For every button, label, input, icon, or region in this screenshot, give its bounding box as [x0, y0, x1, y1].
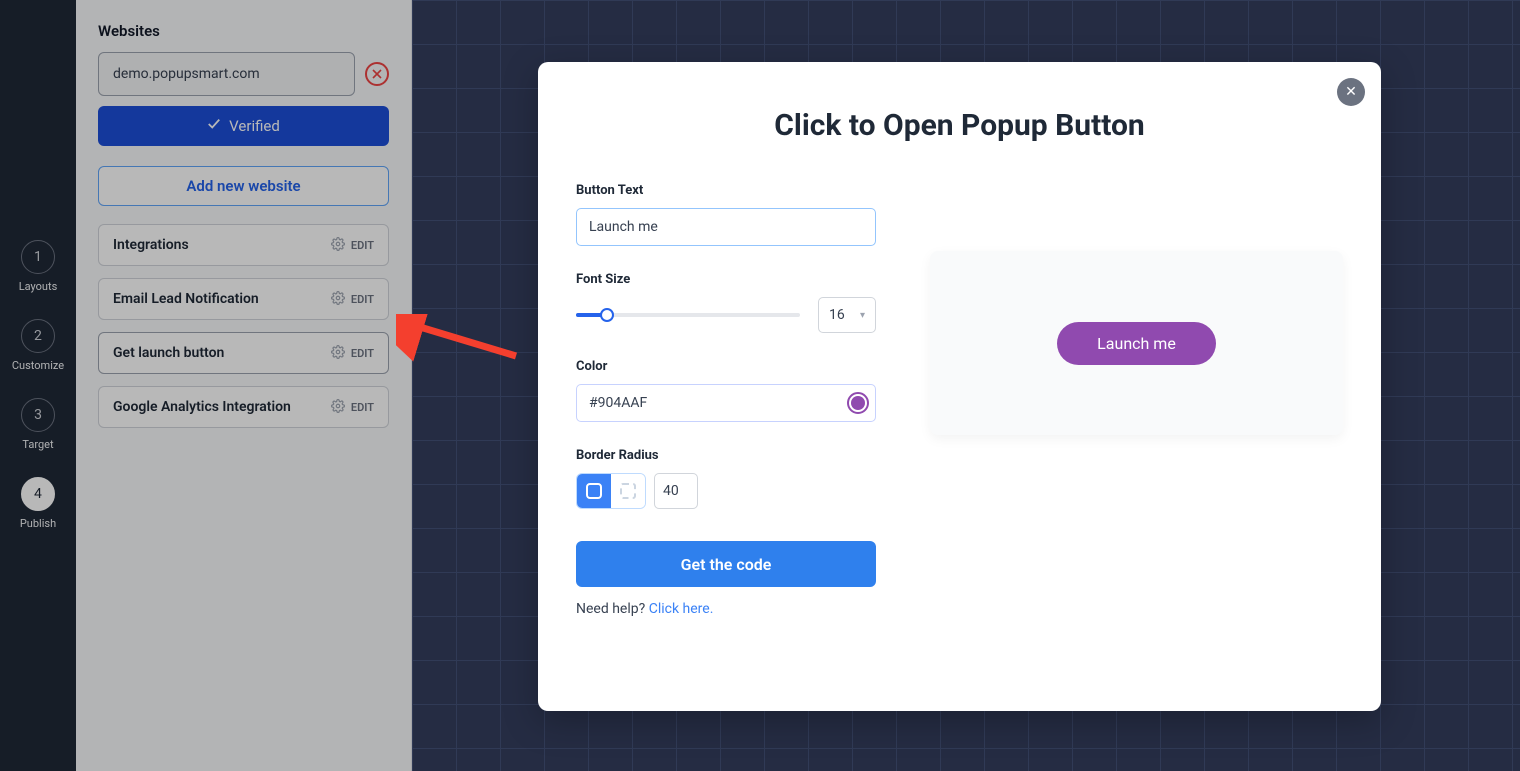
edit-label: EDIT [351, 401, 374, 414]
step-number: 4 [21, 477, 55, 511]
form-column: Button Text Font Size 16 [576, 183, 876, 617]
verified-label: Verified [229, 117, 280, 135]
close-button[interactable]: ✕ [1337, 78, 1365, 106]
step-number: 2 [21, 319, 55, 353]
color-input-wrap [576, 384, 876, 422]
step-label: Layouts [19, 280, 58, 293]
modal-title: Click to Open Popup Button [576, 108, 1343, 143]
border-radius-rounded-option[interactable] [577, 474, 611, 508]
sidebar-item-label: Integrations [113, 237, 189, 253]
step-layouts[interactable]: 1 Layouts [19, 240, 58, 293]
preview-launch-button[interactable]: Launch me [1057, 322, 1216, 365]
step-number: 1 [21, 240, 55, 274]
color-label: Color [576, 359, 876, 374]
website-input[interactable] [98, 52, 355, 96]
gear-icon [331, 345, 345, 362]
edit-button[interactable]: EDIT [331, 345, 374, 362]
sidebar-item-integrations[interactable]: Integrations EDIT [98, 224, 389, 266]
border-radius-label: Border Radius [576, 448, 876, 463]
sidebar-panel: Websites Verified Add new website Integr… [76, 0, 412, 771]
step-customize[interactable]: 2 Customize [12, 319, 64, 372]
get-code-button[interactable]: Get the code [576, 541, 876, 587]
button-text-label: Button Text [576, 183, 876, 198]
edit-button[interactable]: EDIT [331, 291, 374, 308]
gear-icon [331, 237, 345, 254]
check-icon [207, 117, 221, 135]
edit-button[interactable]: EDIT [331, 237, 374, 254]
delete-website-button[interactable] [365, 62, 389, 86]
verified-button[interactable]: Verified [98, 106, 389, 146]
close-icon: ✕ [1345, 84, 1357, 100]
font-size-label: Font Size [576, 272, 876, 287]
color-swatch-fill [851, 396, 865, 410]
edit-label: EDIT [351, 239, 374, 252]
help-prefix: Need help? [576, 601, 649, 617]
gear-icon [331, 291, 345, 308]
sidebar-item-label: Get launch button [113, 345, 224, 361]
sidebar-item-label: Email Lead Notification [113, 291, 259, 307]
edit-label: EDIT [351, 293, 374, 306]
border-radius-square-option[interactable] [611, 474, 645, 508]
color-input[interactable] [589, 395, 847, 411]
step-number: 3 [21, 398, 55, 432]
step-publish[interactable]: 4 Publish [20, 477, 56, 530]
sidebar-item-launch-button[interactable]: Get launch button EDIT [98, 332, 389, 374]
preview-column: Launch me [930, 183, 1343, 617]
border-radius-input[interactable] [654, 473, 698, 509]
edit-label: EDIT [351, 347, 374, 360]
font-size-select[interactable]: 16 [818, 297, 876, 333]
add-website-button[interactable]: Add new website [98, 166, 389, 206]
color-swatch[interactable] [847, 392, 869, 414]
sidebar-item-email-lead[interactable]: Email Lead Notification EDIT [98, 278, 389, 320]
step-label: Target [22, 438, 53, 451]
step-rail: 1 Layouts 2 Customize 3 Target 4 Publish [0, 0, 76, 771]
gear-icon [331, 399, 345, 416]
step-target[interactable]: 3 Target [21, 398, 55, 451]
sidebar-item-google-analytics[interactable]: Google Analytics Integration EDIT [98, 386, 389, 428]
edit-button[interactable]: EDIT [331, 399, 374, 416]
button-text-input[interactable] [576, 208, 876, 246]
font-size-slider[interactable] [576, 305, 800, 325]
slider-thumb[interactable] [600, 308, 614, 322]
font-size-value: 16 [829, 307, 845, 323]
launch-button-modal: ✕ Click to Open Popup Button Button Text… [538, 62, 1381, 711]
websites-heading: Websites [98, 22, 389, 40]
help-text: Need help? Click here. [576, 601, 876, 617]
canvas-area: ✕ Click to Open Popup Button Button Text… [412, 0, 1520, 771]
preview-box: Launch me [930, 251, 1343, 435]
step-label: Publish [20, 517, 56, 530]
step-label: Customize [12, 359, 64, 372]
border-radius-toggle [576, 473, 646, 509]
website-row [98, 52, 389, 96]
sidebar-item-label: Google Analytics Integration [113, 399, 291, 415]
help-link[interactable]: Click here. [649, 601, 714, 617]
